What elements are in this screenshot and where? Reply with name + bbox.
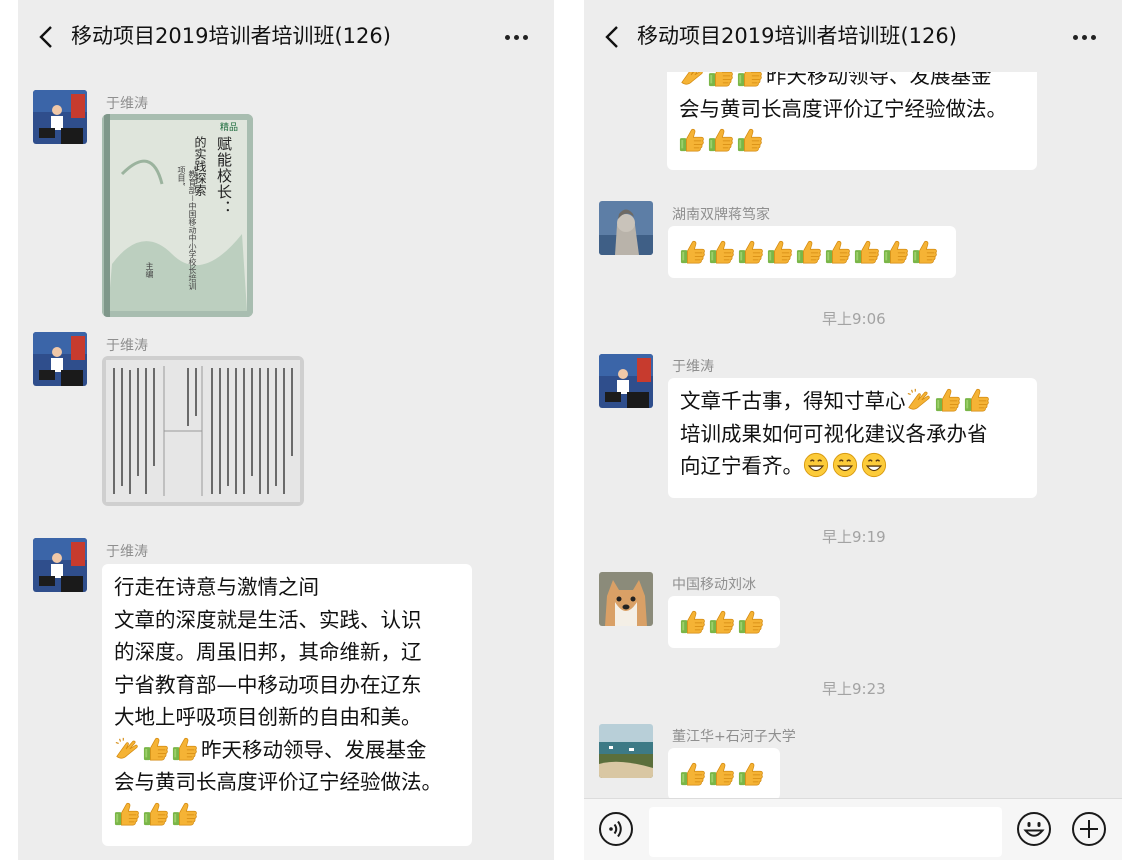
message-input[interactable] — [649, 807, 1002, 857]
chevron-left-icon[interactable] — [602, 24, 624, 50]
message-bubble[interactable] — [668, 748, 780, 800]
message-bubble[interactable] — [668, 596, 780, 648]
message-input-bar — [584, 798, 1122, 860]
thumbs-up-emoji — [114, 801, 140, 827]
smiley-icon[interactable] — [1016, 811, 1052, 847]
timestamp: 早上9:23 — [822, 680, 886, 698]
avatar[interactable] — [599, 572, 653, 626]
avatar[interactable] — [33, 332, 87, 386]
thumbs-up-emoji — [738, 761, 764, 787]
thumbs-up-emoji — [854, 239, 880, 265]
thumbs-up-emoji — [680, 239, 706, 265]
sender-name: 湖南双牌蒋笃家 — [672, 207, 770, 223]
message-text-line: 会与黄司长高度评价辽宁经验做法。 — [679, 96, 1007, 121]
book-author: 主编 — [145, 262, 154, 278]
sender-name: 董江华+石河子大学 — [672, 729, 796, 745]
left-chat-screen: 移动项目2019培训者培训班(126) 于维涛 精品 赋能校长： 的实践探索 “… — [18, 0, 554, 860]
grinning-face-emoji — [803, 452, 829, 478]
voice-icon[interactable] — [598, 811, 634, 847]
avatar[interactable] — [599, 724, 653, 778]
sender-name: 于维涛 — [106, 338, 148, 354]
message-text-line: 大地上呼吸项目创新的自由和美。 — [114, 705, 422, 729]
message-text-line: 宁省教育部—中移动项目办在辽东 — [114, 672, 422, 697]
message-text-line: 文章的深度就是生活、实践、认识 — [114, 607, 422, 632]
thumbs-up-emoji — [738, 239, 764, 265]
sender-name: 于维涛 — [672, 359, 714, 375]
thumbs-up-emoji — [737, 127, 763, 153]
message-text-line: 会与黄司长高度评价辽宁经验做法。 — [114, 770, 442, 794]
message-bubble[interactable]: 文章千古事，得知寸草心 培训成果如何可视化建议各承办省 向辽宁看齐。 — [668, 378, 1037, 498]
clap-hands-emoji — [906, 387, 932, 413]
message-text-line: 昨天移动领导、发展基金 — [201, 737, 427, 762]
avatar[interactable] — [599, 201, 653, 255]
book-cover-photo[interactable]: 精品 赋能校长： 的实践探索 “教育部－中国移动中小学校长培训项目” 主编 — [102, 114, 253, 317]
more-dots-icon[interactable] — [502, 27, 532, 47]
chat-title: 移动项目2019培训者培训班(126) — [71, 24, 391, 48]
more-dots-icon[interactable] — [1070, 27, 1100, 47]
book-top-mark: 精品 — [220, 123, 239, 133]
message-text-line: 文章千古事，得知寸草心 — [680, 389, 906, 413]
left-top-bar: 移动项目2019培训者培训班(126) — [18, 0, 554, 72]
chat-title: 移动项目2019培训者培训班(126) — [637, 24, 957, 48]
thumbs-up-emoji — [680, 761, 706, 787]
sender-name: 于维涛 — [106, 544, 148, 560]
thumbs-up-emoji — [912, 239, 938, 265]
thumbs-up-emoji — [172, 801, 198, 827]
thumbs-up-emoji — [143, 736, 169, 762]
sender-name: 于维涛 — [106, 96, 148, 112]
message-text-line: 的深度。周虽旧邦，其命维新，辽 — [114, 640, 422, 664]
thumbs-up-emoji — [708, 127, 734, 153]
timestamp: 早上9:06 — [822, 310, 886, 328]
thumbs-up-emoji — [679, 127, 705, 153]
message-text-line: 培训成果如何可视化建议各承办省 — [680, 421, 988, 446]
chevron-left-icon[interactable] — [36, 24, 58, 50]
thumbs-up-emoji — [709, 239, 735, 265]
sender-name: 中国移动刘冰 — [672, 577, 756, 593]
timestamp: 早上9:19 — [822, 528, 886, 546]
avatar[interactable] — [33, 538, 87, 592]
right-chat-screen: 昨天移动领导、发展基金 会与黄司长高度评价辽宁经验做法。 移动项目2019培训者… — [584, 0, 1122, 860]
thumbs-up-emoji — [767, 239, 793, 265]
thumbs-up-emoji — [964, 387, 990, 413]
thumbs-up-emoji — [825, 239, 851, 265]
grinning-face-emoji — [832, 452, 858, 478]
thumbs-up-emoji — [143, 801, 169, 827]
thumbs-up-emoji — [709, 609, 735, 635]
document-page-image — [102, 356, 304, 506]
book-title: 赋能校长： — [215, 136, 233, 216]
message-bubble[interactable]: 行走在诗意与激情之间 文章的深度就是生活、实践、认识 的深度。周虽旧邦，其命维新… — [102, 564, 472, 846]
thumbs-up-emoji — [172, 736, 198, 762]
message-text-line: 行走在诗意与激情之间 — [114, 575, 319, 599]
thumbs-up-emoji — [935, 387, 961, 413]
thumbs-up-emoji — [883, 239, 909, 265]
thumbs-up-emoji — [796, 239, 822, 265]
book-series: “教育部－中国移动中小学校长培训项目” — [177, 166, 197, 291]
thumbs-up-emoji — [738, 609, 764, 635]
clap-hands-emoji — [114, 736, 140, 762]
message-text-line: 向辽宁看齐。 — [680, 454, 803, 478]
thumbs-up-emoji — [709, 761, 735, 787]
grinning-face-emoji — [861, 452, 887, 478]
document-page-photo[interactable] — [102, 356, 304, 506]
avatar[interactable] — [33, 90, 87, 144]
message-bubble[interactable] — [668, 226, 956, 278]
thumbs-up-emoji — [680, 609, 706, 635]
plus-icon[interactable] — [1071, 811, 1107, 847]
avatar[interactable] — [599, 354, 653, 408]
right-top-bar: 移动项目2019培训者培训班(126) — [584, 0, 1122, 72]
